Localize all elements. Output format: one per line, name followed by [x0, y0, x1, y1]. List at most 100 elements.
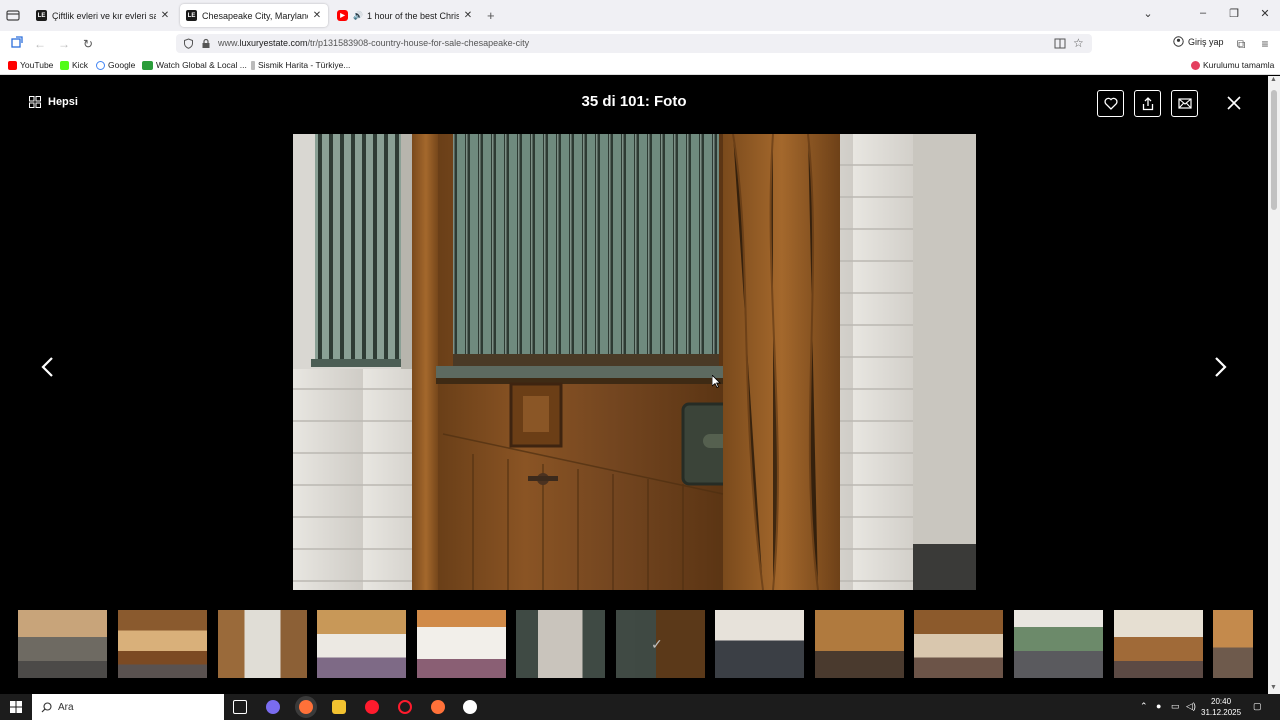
signin-button[interactable]: Giriş yap — [1173, 36, 1224, 47]
mouse-cursor-icon — [712, 375, 721, 388]
windows-start-icon[interactable] — [10, 701, 22, 713]
signin-label: Giriş yap — [1188, 36, 1224, 47]
bookmark-sismik-harita[interactable]: Sismik Harita - Türkiye... — [251, 60, 350, 70]
thumbnail-tack-room[interactable] — [715, 610, 804, 678]
email-button[interactable] — [1171, 90, 1198, 117]
kick-icon — [60, 60, 69, 70]
thumbnail-current-stall-door[interactable]: ✓ — [616, 610, 705, 678]
back-button[interactable]: ← — [32, 36, 48, 52]
tab-list-icon[interactable] — [6, 8, 20, 22]
thumbnail-lounge[interactable] — [118, 610, 207, 678]
thumbnail-partial[interactable] — [1213, 610, 1253, 678]
steam-icon[interactable] — [463, 700, 477, 714]
bookmark-kick[interactable]: Kick — [60, 60, 88, 70]
close-tab-icon[interactable]: ✕ — [160, 10, 170, 21]
close-tab-icon[interactable]: ✕ — [463, 10, 473, 21]
firefox-setup-icon — [1191, 60, 1200, 70]
favorite-button[interactable] — [1097, 90, 1124, 117]
share-button[interactable] — [1134, 90, 1161, 117]
tab-title: 1 hour of the best Christma — [366, 10, 459, 21]
firefox-active-icon[interactable] — [299, 700, 313, 714]
reload-button[interactable]: ↻ — [80, 36, 96, 52]
thumbnail-room[interactable] — [417, 610, 506, 678]
bookmark-watch-global[interactable]: Watch Global & Local ... — [142, 60, 247, 70]
search-placeholder: Ara — [58, 701, 74, 713]
chevron-up-icon[interactable]: ⌃ — [1140, 701, 1148, 712]
new-tab-button[interactable]: + — [487, 8, 495, 23]
next-photo-icon[interactable] — [1210, 355, 1230, 379]
windows-taskbar: Ara ⌃ ● ▭ ◁) 20:40 31.12.2025 ▢ — [0, 694, 1280, 720]
scrollbar-thumb[interactable] — [1271, 90, 1277, 210]
youtube-favicon-icon: ▶ — [337, 10, 348, 21]
microphone-icon[interactable]: ● — [1156, 701, 1161, 711]
tab-title: Çiftlik evleri ve kır evleri satılık A — [52, 10, 156, 21]
show-all-button[interactable]: Hepsi — [29, 96, 78, 108]
scroll-down-icon[interactable]: ▼ — [1270, 684, 1277, 691]
system-clock[interactable]: 20:40 31.12.2025 — [1201, 696, 1241, 718]
chevron-down-icon[interactable]: ⌄ — [1141, 7, 1155, 20]
thumbnail-aisle[interactable] — [218, 610, 307, 678]
browser-nav-bar: ← → ↻ www.luxuryestate.com/tr/p131583908… — [0, 31, 1280, 56]
google-icon — [96, 60, 105, 70]
task-view-icon[interactable] — [233, 700, 247, 714]
network-icon[interactable]: ▭ — [1171, 701, 1180, 712]
app-icon[interactable] — [266, 700, 280, 714]
mail-icon — [1177, 98, 1192, 109]
thumbnail-sunroom[interactable] — [1014, 610, 1103, 678]
photo-gallery: Hepsi 35 di 101: Foto ✓ — [0, 76, 1268, 694]
thumbnail-office[interactable] — [1114, 610, 1203, 678]
close-gallery-icon[interactable] — [1224, 93, 1244, 113]
thumbnail-barn-interior[interactable] — [18, 610, 107, 678]
lock-icon[interactable] — [201, 38, 211, 49]
grid-icon — [29, 96, 41, 108]
extensions-icon[interactable]: ⧉ — [1233, 36, 1249, 52]
shield-icon[interactable] — [183, 38, 194, 49]
notifications-icon[interactable]: ▢ — [1253, 701, 1262, 712]
page-scrollbar[interactable]: ▲ ▼ — [1268, 76, 1280, 694]
close-tab-icon[interactable]: ✕ — [312, 10, 322, 21]
show-all-label: Hepsi — [48, 96, 78, 108]
new-window-icon[interactable] — [9, 36, 25, 52]
photo-counter: 35 di 101: Foto — [581, 93, 687, 110]
forward-button[interactable]: → — [56, 36, 72, 52]
opera-icon[interactable] — [365, 700, 379, 714]
finish-setup-button[interactable]: Kurulumu tamamla — [1191, 60, 1274, 70]
tab-title: Chesapeake City, Maryland, sat — [202, 10, 308, 21]
thumbnail-saddle-room[interactable] — [815, 610, 904, 678]
opera-gx-icon[interactable] — [398, 700, 412, 714]
bookmarks-bar: YouTube Kick Google Watch Global & Local… — [0, 56, 1280, 75]
address-bar[interactable]: www.luxuryestate.com/tr/p131583908-count… — [176, 34, 1092, 53]
thumbnail-stall-aisle[interactable] — [516, 610, 605, 678]
bookmark-youtube[interactable]: YouTube — [8, 60, 53, 70]
close-window-button[interactable]: ✕ — [1258, 7, 1272, 20]
luxuryestate-favicon-icon: LE — [186, 10, 197, 21]
taskbar-search[interactable]: Ara — [32, 694, 224, 720]
account-icon — [1173, 36, 1184, 47]
file-explorer-icon[interactable] — [332, 700, 346, 714]
tab-chesapeake[interactable]: LE Chesapeake City, Maryland, sat ✕ — [180, 4, 328, 27]
tab-youtube-christmas[interactable]: ▶ 🔊 1 hour of the best Christma ✕ — [331, 4, 479, 27]
restore-button[interactable]: ❐ — [1227, 7, 1241, 20]
scroll-up-icon[interactable]: ▲ — [1270, 76, 1277, 83]
browser-tab-bar: LE Çiftlik evleri ve kır evleri satılık … — [0, 0, 1280, 31]
speaker-icon[interactable]: 🔊 — [353, 11, 363, 20]
share-icon — [1142, 96, 1153, 110]
menu-icon[interactable]: ≡ — [1257, 36, 1273, 52]
reader-view-icon[interactable] — [1054, 38, 1066, 49]
thumbnail-wash-stall[interactable] — [317, 610, 406, 678]
selected-check-icon: ✓ — [651, 636, 663, 652]
previous-photo-icon[interactable] — [38, 355, 58, 379]
main-photo — [293, 134, 976, 590]
minimize-button[interactable]: – — [1196, 7, 1210, 19]
youtube-icon — [8, 60, 17, 70]
volume-icon[interactable]: ◁) — [1186, 701, 1196, 712]
tab-farmhouses[interactable]: LE Çiftlik evleri ve kır evleri satılık … — [30, 4, 176, 27]
thumbnail-strip: ✓ — [0, 610, 1268, 678]
bookmark-star-icon[interactable]: ☆ — [1073, 36, 1084, 50]
clock-time: 20:40 — [1211, 697, 1232, 706]
thumbnail-kitchen[interactable] — [914, 610, 1003, 678]
heart-icon — [1103, 97, 1118, 110]
clock-date: 31.12.2025 — [1201, 708, 1242, 717]
firefox-icon[interactable] — [431, 700, 445, 714]
bookmark-google[interactable]: Google — [96, 60, 135, 70]
